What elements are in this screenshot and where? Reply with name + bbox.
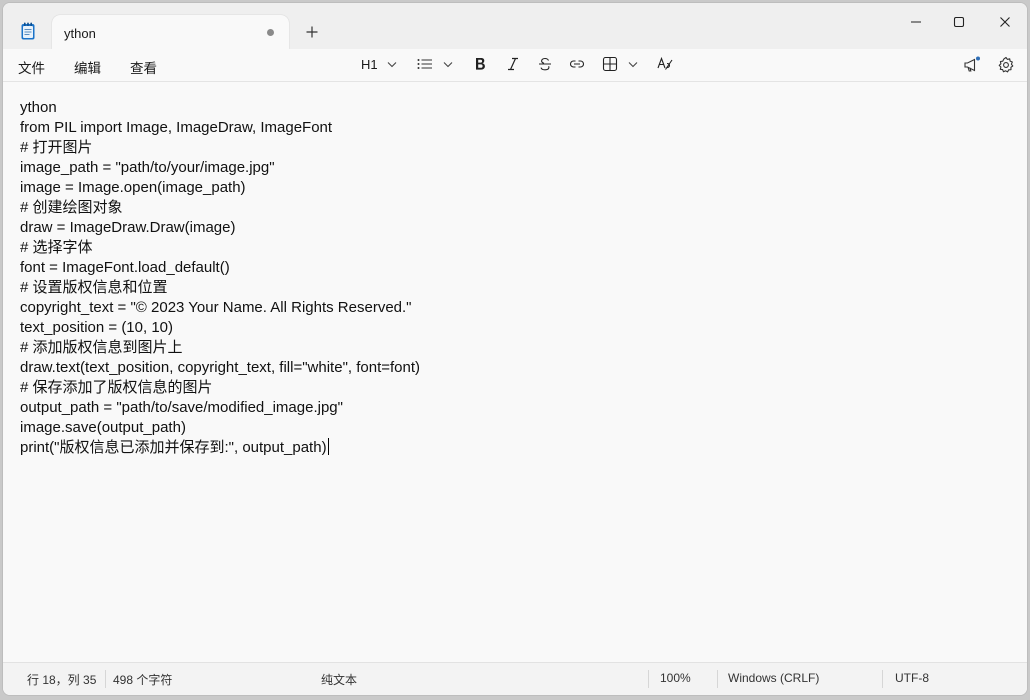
editor-line: # 打开图片 [20,139,93,156]
table-dropdown[interactable] [602,55,642,75]
bulleted-list-icon [417,57,433,71]
chevron-down-icon [443,61,453,68]
character-count: 498 个字符 [113,673,173,687]
menu-view[interactable]: 查看 [130,57,157,77]
editor-line: ython [20,99,57,116]
editor-line: font = ImageFont.load_default() [20,259,230,276]
editor-line: text_position = (10, 10) [20,319,174,336]
status-divider [648,670,649,688]
feedback-megaphone-icon[interactable] [962,55,982,75]
editor-line: draw = ImageDraw.Draw(image) [20,219,236,236]
close-icon[interactable] [996,13,1014,31]
italic-icon[interactable] [505,55,521,75]
table-icon [602,56,618,72]
editor-line: copyright_text = "© 2023 Your Name. All … [20,299,412,316]
spellcheck-icon[interactable] [656,55,674,75]
editor-line: image_path = "path/to/your/image.jpg" [20,159,275,176]
tab-document[interactable]: ython [52,15,289,49]
status-divider [105,670,106,688]
text-caret [327,438,329,455]
new-tab-plus-icon[interactable] [305,25,319,39]
file-encoding[interactable]: UTF-8 [895,671,929,685]
editor-line: draw.text(text_position, copyright_text,… [20,359,421,376]
editor-line: image = Image.open(image_path) [20,179,246,196]
heading-dropdown[interactable]: H1 [361,55,401,75]
chevron-down-icon [628,61,638,68]
editor-line: output_path = "path/to/save/modified_ima… [20,399,343,416]
editor-line: # 添加版权信息到图片上 [20,339,183,356]
strikethrough-icon[interactable] [536,55,554,75]
editor-line: # 创建绘图对象 [20,199,123,216]
minimize-icon[interactable] [907,13,925,31]
cursor-position: 行 18，列 35 [27,673,97,687]
maximize-icon[interactable] [950,13,968,31]
status-divider [882,670,883,688]
title-bar: ython [3,3,1027,49]
editor-line: # 保存添加了版权信息的图片 [20,379,213,396]
editor-line-text: print("版权信息已添加并保存到:", output_path) [20,439,327,456]
heading-label: H1 [361,57,378,72]
tab-title: ython [64,26,96,41]
editor-line: image.save(output_path) [20,419,186,436]
editor-line: # 设置版权信息和位置 [20,279,168,296]
text-format[interactable]: 纯文本 [321,671,357,688]
editor-line: # 选择字体 [20,239,93,256]
menu-edit[interactable]: 编辑 [74,57,101,77]
zoom-level[interactable]: 100% [660,671,691,685]
bold-icon[interactable] [472,55,488,75]
editor-line: from PIL import Image, ImageDraw, ImageF… [20,119,333,136]
text-editor[interactable]: ython from PIL import Image, ImageDraw, … [3,82,1027,664]
editor-line-last: print("版权信息已添加并保存到:", output_path) [20,438,420,458]
chevron-down-icon [387,61,397,68]
status-divider [717,670,718,688]
link-icon[interactable] [568,55,586,75]
settings-gear-icon[interactable] [996,55,1016,75]
menu-file[interactable]: 文件 [18,57,45,77]
unsaved-dot-icon[interactable] [267,29,274,36]
notepad-window: ython 文件 编辑 查看 H1 ython from PIL import … [2,2,1028,696]
menu-bar: 文件 编辑 查看 H1 [3,49,1027,82]
list-dropdown[interactable] [417,55,457,75]
notepad-icon [21,22,35,40]
editor-content[interactable]: ython from PIL import Image, ImageDraw, … [20,98,420,458]
line-ending[interactable]: Windows (CRLF) [728,671,819,685]
status-bar: 行 18，列 35 498 个字符 纯文本 100% Windows (CRLF… [3,662,1027,695]
